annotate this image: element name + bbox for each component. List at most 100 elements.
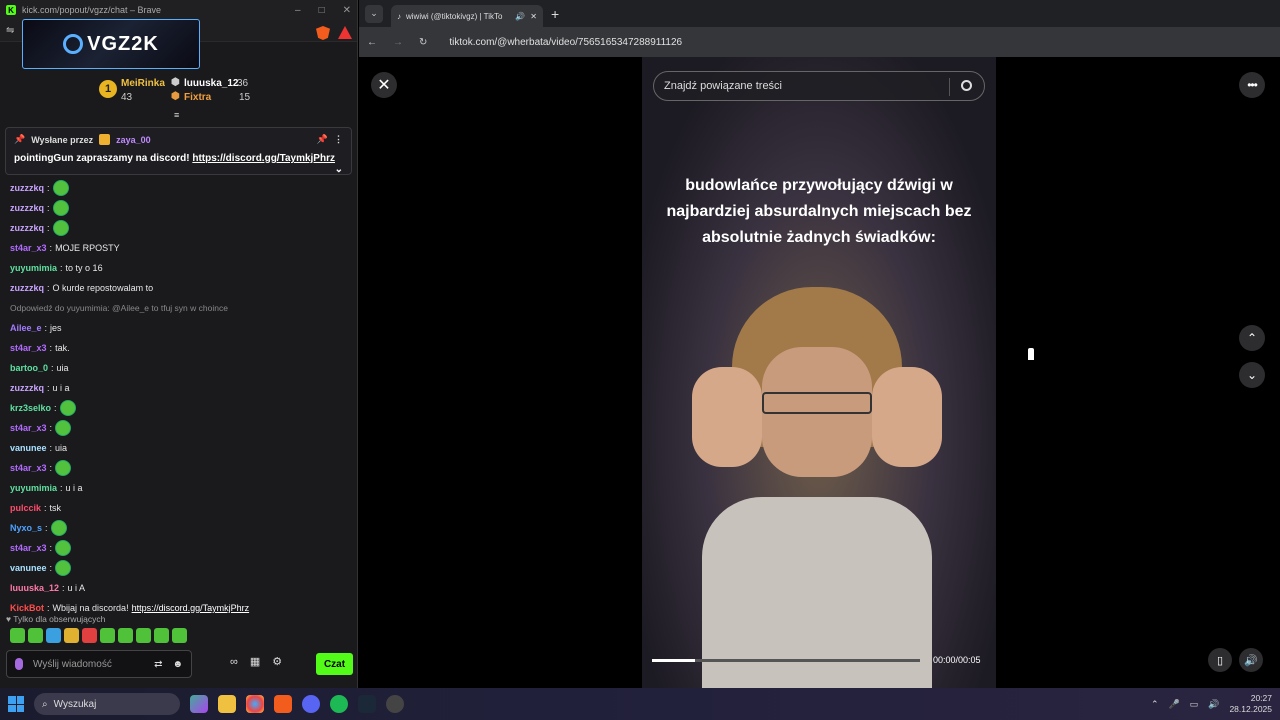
video-time: 00:00/00:05 xyxy=(933,655,981,665)
settings-sliders-icon[interactable]: ⇋ xyxy=(6,25,14,36)
store-icon[interactable]: ▦ xyxy=(250,655,260,668)
chat-username[interactable]: st4ar_x3 xyxy=(10,543,47,553)
emote-icon[interactable] xyxy=(154,628,169,643)
chrome-icon[interactable] xyxy=(246,695,264,713)
leader-name[interactable]: Fixtra xyxy=(184,92,211,103)
forward-icon[interactable]: → xyxy=(393,37,403,48)
chat-username[interactable]: zuzzzkq xyxy=(10,283,44,293)
emote-icon[interactable] xyxy=(28,628,43,643)
leader-name[interactable]: MeiRinka xyxy=(121,78,165,89)
reload-icon[interactable]: ↻ xyxy=(419,37,427,48)
close-window-icon[interactable]: ✕ xyxy=(343,5,351,16)
leader-name[interactable]: luuuska_12 xyxy=(184,78,238,89)
chevron-down-icon[interactable]: ⌄ xyxy=(335,164,343,175)
emote-icon[interactable] xyxy=(82,628,97,643)
chat-username[interactable]: pulccik xyxy=(10,503,41,513)
chat-username[interactable]: KickBot xyxy=(10,603,44,613)
obs-icon[interactable] xyxy=(386,695,404,713)
colon: : xyxy=(47,183,50,193)
discord-link[interactable]: https://discord.gg/TaymkjPhrz xyxy=(132,603,250,613)
chat-username[interactable]: st4ar_x3 xyxy=(10,243,47,253)
chat-username[interactable]: zuzzzkq xyxy=(10,183,44,193)
start-icon[interactable] xyxy=(8,696,24,712)
chat-username[interactable]: luuuska_12 xyxy=(10,583,59,593)
chat-username[interactable]: st4ar_x3 xyxy=(10,423,47,433)
emote-icon[interactable] xyxy=(100,628,115,643)
window-title: kick.com/popout/vgzz/chat – Brave xyxy=(22,5,162,15)
chat-username[interactable]: yuyumimia xyxy=(10,483,57,493)
emote-icon[interactable] xyxy=(118,628,133,643)
chat-input-placeholder[interactable]: Wyślij wiadomość xyxy=(33,659,112,670)
gear-icon[interactable]: ⚙ xyxy=(272,655,282,668)
taskbar-search-label[interactable]: Wyszukaj xyxy=(54,699,97,710)
infinity-icon[interactable]: ∞ xyxy=(230,656,238,668)
chat-message: st4ar_x3: xyxy=(0,418,356,438)
captions-icon[interactable]: ▯ xyxy=(1208,648,1232,672)
copilot-icon[interactable] xyxy=(190,695,208,713)
emote-icon[interactable] xyxy=(136,628,151,643)
clock[interactable]: 20:27 28.12.2025 xyxy=(1229,693,1272,715)
video-progress-bar[interactable] xyxy=(652,659,920,662)
volume-icon[interactable]: 🔊 xyxy=(1208,699,1219,710)
network-icon[interactable]: ▭ xyxy=(1190,699,1199,710)
chat-username[interactable]: zuzzzkq xyxy=(10,223,44,233)
chevron-down-icon[interactable]: ⌄ xyxy=(1239,362,1265,388)
video-player[interactable] xyxy=(642,57,996,688)
chat-username[interactable]: krz3selko xyxy=(10,403,51,413)
more-options-icon[interactable]: ••• xyxy=(1239,72,1265,98)
maximize-icon[interactable]: □ xyxy=(319,5,325,16)
expand-icon[interactable]: ≡ xyxy=(174,110,179,120)
tab-tiktok[interactable]: ♪ wiwiwi (@tiktokivgz) | TikTo 🔊 ✕ xyxy=(391,5,543,27)
emote-icon[interactable] xyxy=(64,628,79,643)
chat-input[interactable]: Wyślij wiadomość ⇄ ☻ xyxy=(6,650,192,678)
brave-icon[interactable] xyxy=(274,695,292,713)
chat-username[interactable]: vanunee xyxy=(10,563,47,573)
unpin-icon[interactable]: 📌 xyxy=(317,134,328,145)
minimize-icon[interactable]: – xyxy=(295,5,301,16)
spotify-icon[interactable] xyxy=(330,695,348,713)
mic-icon[interactable]: 🎤 xyxy=(1169,699,1180,710)
audio-icon[interactable]: 🔊 xyxy=(515,12,525,21)
chat-username[interactable]: zuzzzkq xyxy=(10,203,44,213)
chat-username[interactable]: st4ar_x3 xyxy=(10,463,47,473)
translate-icon[interactable]: ⇄ xyxy=(154,659,162,670)
discord-link[interactable]: https://discord.gg/TaymkjPhrz xyxy=(192,153,335,164)
divider xyxy=(949,78,950,96)
hand xyxy=(872,367,942,467)
close-tab-icon[interactable]: ✕ xyxy=(530,12,537,21)
emote-icon[interactable] xyxy=(172,628,187,643)
brave-shield-icon[interactable] xyxy=(316,26,330,40)
chat-username[interactable]: Nyxo_s xyxy=(10,523,42,533)
emoji-icon[interactable]: ☻ xyxy=(172,659,183,670)
file-explorer-icon[interactable] xyxy=(218,695,236,713)
discord-icon[interactable] xyxy=(302,695,320,713)
emote-quickbar[interactable] xyxy=(10,628,187,643)
chevron-up-icon[interactable]: ⌃ xyxy=(1151,699,1159,710)
search-placeholder[interactable]: Znajdź powiązane treści xyxy=(664,80,782,92)
tab-search-icon[interactable]: ⌄ xyxy=(365,4,383,23)
chat-username[interactable]: Ailee_e xyxy=(10,323,42,333)
pinned-message: 📌 Wysłane przez zaya_00 📌 ⋮ pointingGun … xyxy=(5,127,352,175)
chat-username[interactable]: yuyumimia xyxy=(10,263,57,273)
emote-icon[interactable] xyxy=(46,628,61,643)
steam-icon[interactable] xyxy=(358,695,376,713)
chat-username[interactable]: st4ar_x3 xyxy=(10,343,47,353)
window-controls[interactable]: – □ ✕ xyxy=(295,5,351,16)
emote-icon[interactable] xyxy=(10,628,25,643)
chevron-up-icon[interactable]: ⌃ xyxy=(1239,325,1265,351)
pinned-sender[interactable]: zaya_00 xyxy=(116,135,151,145)
volume-icon[interactable]: 🔊 xyxy=(1239,648,1263,672)
new-tab-icon[interactable]: + xyxy=(551,6,559,22)
close-icon[interactable]: ✕ xyxy=(371,72,397,98)
chat-username[interactable]: vanunee xyxy=(10,443,47,453)
taskbar-search[interactable]: ⌕ Wyszukaj xyxy=(34,693,180,715)
related-search-input[interactable]: Znajdź powiązane treści xyxy=(653,71,985,101)
back-icon[interactable]: ← xyxy=(367,37,377,48)
url-field[interactable]: tiktok.com/@wherbata/video/7565165347288… xyxy=(449,37,682,48)
send-chat-button[interactable]: Czat xyxy=(316,653,353,675)
chat-username[interactable]: zuzzzkq xyxy=(10,383,44,393)
search-icon[interactable] xyxy=(961,80,972,91)
more-options-icon[interactable]: ⋮ xyxy=(334,134,343,145)
chat-username[interactable]: bartoo_0 xyxy=(10,363,48,373)
mic-icon[interactable] xyxy=(15,658,23,670)
